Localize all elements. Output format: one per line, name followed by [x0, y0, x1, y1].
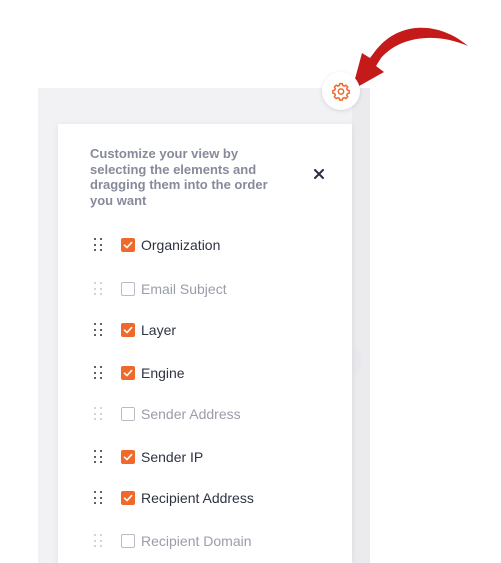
checkbox-layer[interactable] — [121, 323, 135, 337]
checkbox-sender-address[interactable] — [121, 407, 135, 421]
drag-handle-icon[interactable] — [94, 323, 104, 337]
checkmark-icon — [123, 326, 133, 334]
panel-instructions: Customize your view by selecting the ele… — [90, 146, 268, 208]
close-button[interactable] — [310, 165, 328, 183]
checkmark-icon — [123, 369, 133, 377]
item-label: Organization — [141, 237, 221, 253]
drag-handle-icon[interactable] — [94, 491, 104, 505]
list-item-engine[interactable]: Engine — [94, 362, 185, 384]
close-icon — [314, 169, 324, 179]
scroll-track — [352, 88, 370, 563]
checkbox-recipient-domain[interactable] — [121, 534, 135, 548]
list-item-recipient-domain[interactable]: Recipient Domain — [94, 530, 252, 552]
list-item-organization[interactable]: Organization — [94, 234, 220, 256]
checkmark-icon — [123, 494, 133, 502]
item-label: Engine — [141, 365, 185, 381]
checkbox-organization[interactable] — [121, 238, 135, 252]
drag-handle-icon[interactable] — [94, 534, 104, 548]
checkbox-sender-ip[interactable] — [121, 450, 135, 464]
pointer-arrow-icon — [352, 27, 468, 90]
list-item-layer[interactable]: Layer — [94, 319, 176, 341]
checkbox-email-subject[interactable] — [121, 282, 135, 296]
item-label: Sender IP — [141, 449, 204, 465]
checkbox-engine[interactable] — [121, 366, 135, 380]
item-label: Sender Address — [141, 406, 241, 422]
item-label: Recipient Address — [141, 490, 254, 506]
list-item-email-subject[interactable]: Email Subject — [94, 278, 227, 300]
item-label: Email Subject — [141, 281, 227, 297]
drag-handle-icon[interactable] — [94, 238, 104, 252]
list-item-sender-address[interactable]: Sender Address — [94, 403, 241, 425]
list-item-sender-ip[interactable]: Sender IP — [94, 446, 203, 468]
checkmark-icon — [123, 453, 133, 461]
drag-handle-icon[interactable] — [94, 407, 104, 421]
item-label: Layer — [141, 322, 177, 338]
gear-icon — [332, 82, 350, 101]
drag-handle-icon[interactable] — [94, 366, 104, 380]
settings-button[interactable] — [322, 72, 360, 110]
customize-view-panel: Customize your view by selecting the ele… — [58, 124, 352, 563]
drag-handle-icon[interactable] — [94, 450, 104, 464]
checkmark-icon — [123, 241, 133, 249]
item-label: Recipient Domain — [141, 533, 252, 549]
list-item-recipient-address[interactable]: Recipient Address — [94, 487, 254, 509]
drag-handle-icon[interactable] — [94, 282, 104, 296]
checkbox-recipient-address[interactable] — [121, 491, 135, 505]
